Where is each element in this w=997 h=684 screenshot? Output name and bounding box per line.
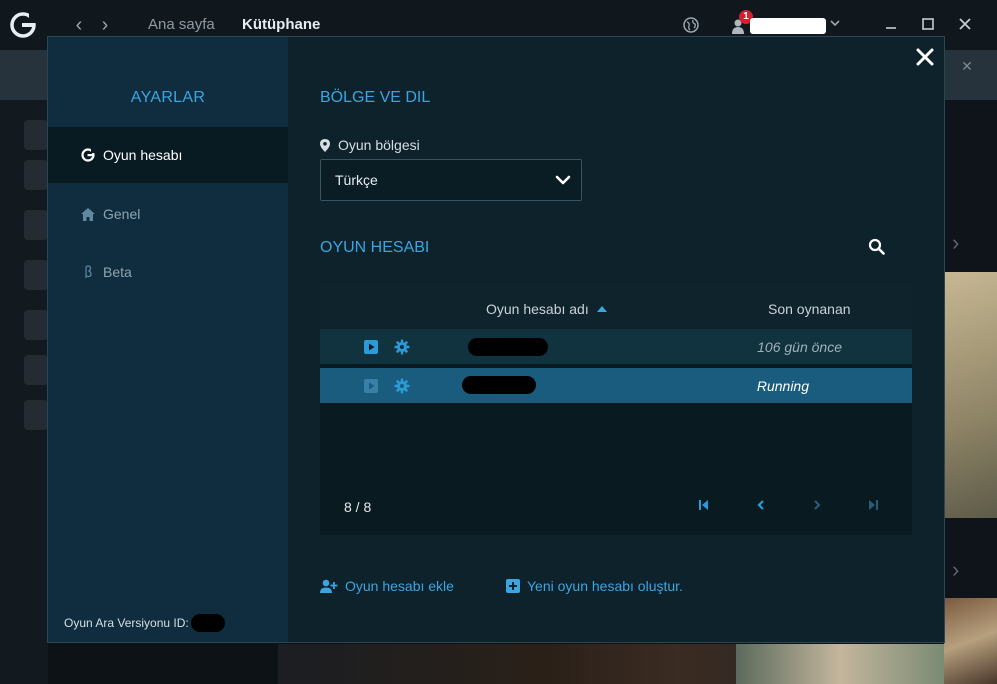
settings-title: AYARLAR bbox=[130, 89, 206, 106]
create-account-link[interactable]: Yeni oyun hesabı oluştur. bbox=[506, 578, 683, 594]
app-logo-icon[interactable] bbox=[10, 12, 36, 38]
region-section-title: BÖLGE VE DIL bbox=[320, 89, 431, 106]
page-count: 8 / 8 bbox=[344, 499, 372, 515]
gear-icon[interactable] bbox=[394, 378, 410, 394]
g-logo-icon bbox=[81, 148, 95, 162]
table-header: Oyun hesabı adı Son oynanan bbox=[320, 284, 912, 329]
sidebar-item-general[interactable]: Genel bbox=[48, 186, 288, 242]
game-thumb-icon bbox=[24, 210, 48, 240]
column-header-name[interactable]: Oyun hesabı adı bbox=[486, 301, 607, 317]
chevron-down-icon bbox=[830, 20, 840, 27]
home-icon bbox=[81, 207, 95, 221]
play-icon bbox=[364, 379, 378, 393]
accounts-table: Oyun hesabı adı Son oynanan 106 gün önce… bbox=[320, 284, 912, 535]
game-thumb-icon bbox=[24, 310, 48, 340]
game-thumb-icon bbox=[24, 260, 48, 290]
column-header-label: Oyun hesabı adı bbox=[486, 301, 589, 317]
sidebar-item-beta[interactable]: Beta bbox=[48, 244, 288, 300]
background-game-tile bbox=[944, 272, 997, 518]
settings-modal: AYARLAR Oyun hesabı Genel Beta Oyun Ara … bbox=[47, 36, 945, 643]
chevron-down-icon bbox=[555, 175, 571, 185]
banner-close-icon: ✕ bbox=[961, 58, 973, 74]
location-pin-icon bbox=[320, 138, 330, 152]
close-icon[interactable] bbox=[915, 47, 935, 67]
sidebar-item-label: Beta bbox=[103, 264, 132, 280]
last-page-icon bbox=[866, 498, 880, 512]
back-arrow-icon[interactable]: ‹ bbox=[72, 14, 86, 36]
gear-icon[interactable] bbox=[394, 339, 410, 355]
user-menu[interactable]: 1 bbox=[732, 10, 842, 38]
history-nav: ‹ › bbox=[72, 14, 112, 36]
table-row[interactable]: 106 gün önce bbox=[320, 329, 912, 364]
settings-content: BÖLGE VE DIL Oyun bölgesi Türkçe OYUN HE… bbox=[288, 37, 944, 642]
maximize-icon[interactable] bbox=[918, 14, 938, 34]
region-label: Oyun bölgesi bbox=[320, 137, 420, 153]
background-game-art bbox=[736, 644, 944, 684]
version-info: Oyun Ara Versiyonu ID: bbox=[64, 614, 225, 632]
forward-arrow-icon[interactable]: › bbox=[98, 14, 112, 36]
game-thumb-icon bbox=[24, 400, 48, 430]
version-label: Oyun Ara Versiyonu ID: bbox=[64, 616, 189, 630]
beta-icon bbox=[81, 265, 95, 279]
sidebar-item-game-account[interactable]: Oyun hesabı bbox=[48, 127, 288, 183]
username-redacted bbox=[750, 18, 826, 34]
chevron-right-icon: › bbox=[952, 557, 960, 582]
prev-page-icon[interactable] bbox=[754, 498, 768, 512]
background-game-tile bbox=[944, 598, 997, 684]
sidebar-item-label: Oyun hesabı bbox=[103, 147, 183, 163]
sort-ascending-icon bbox=[596, 306, 607, 312]
region-select-value: Türkçe bbox=[335, 172, 378, 188]
play-icon[interactable] bbox=[364, 340, 378, 354]
minimize-icon[interactable] bbox=[881, 14, 901, 34]
search-icon[interactable] bbox=[868, 238, 886, 256]
last-played-value: 106 gün önce bbox=[757, 339, 842, 355]
background-game-list bbox=[0, 100, 48, 684]
table-row[interactable]: Running bbox=[320, 368, 912, 403]
globe-icon[interactable] bbox=[683, 17, 699, 33]
sidebar-item-label: Genel bbox=[103, 206, 141, 222]
game-thumb-icon bbox=[24, 120, 48, 150]
last-played-value: Running bbox=[756, 378, 809, 394]
create-account-label: Yeni oyun hesabı oluştur. bbox=[527, 578, 683, 594]
first-page-icon[interactable] bbox=[697, 498, 711, 512]
nav-library-link[interactable]: Kütüphane bbox=[242, 16, 320, 33]
add-user-icon bbox=[320, 579, 338, 593]
account-name-redacted bbox=[468, 338, 548, 356]
version-id-redacted bbox=[190, 614, 225, 632]
settings-sidebar: AYARLAR Oyun hesabı Genel Beta Oyun Ara … bbox=[48, 37, 288, 642]
account-name-redacted bbox=[462, 376, 536, 394]
next-page-icon bbox=[810, 498, 824, 512]
nav-home-link[interactable]: Ana sayfa bbox=[148, 16, 215, 33]
window-close-icon[interactable] bbox=[955, 14, 975, 34]
game-thumb-icon bbox=[24, 160, 48, 190]
add-account-link[interactable]: Oyun hesabı ekle bbox=[320, 578, 454, 594]
game-thumb-icon bbox=[24, 355, 48, 385]
account-section-title: OYUN HESABI bbox=[320, 239, 430, 256]
region-label-text: Oyun bölgesi bbox=[338, 137, 420, 153]
region-select[interactable]: Türkçe bbox=[320, 159, 582, 201]
add-account-label: Oyun hesabı ekle bbox=[345, 578, 454, 594]
chevron-right-icon: › bbox=[952, 230, 960, 255]
column-header-last-played[interactable]: Son oynanan bbox=[768, 301, 851, 317]
plus-square-icon bbox=[506, 579, 520, 593]
